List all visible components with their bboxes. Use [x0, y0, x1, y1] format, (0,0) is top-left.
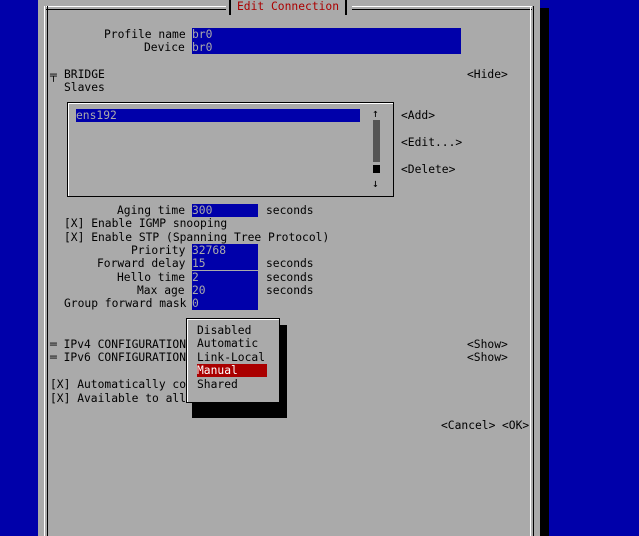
slaves-label: Slaves [64, 81, 105, 94]
device-label: Device [144, 41, 185, 54]
priority-input[interactable]: 32768 [192, 244, 258, 257]
frame-border [44, 6, 48, 536]
dropdown-option-disabled[interactable]: Disabled [197, 324, 267, 337]
aging-time-unit: seconds [266, 204, 314, 217]
scrollbar-thumb[interactable] [373, 165, 380, 173]
group-forward-mask-input[interactable]: 0 [192, 297, 258, 310]
stp-checkbox[interactable]: [X] Enable STP (Spanning Tree Protocol) [64, 231, 329, 244]
add-slave-button[interactable]: <Add> [401, 109, 435, 122]
hide-bridge-button[interactable]: <Hide> [467, 68, 508, 81]
frame-border [352, 6, 532, 10]
aging-time-input[interactable]: 300 [192, 204, 258, 217]
forward-delay-unit: seconds [266, 257, 314, 270]
bridge-section-label: BRIDGE [64, 68, 105, 81]
hello-time-unit: seconds [266, 271, 314, 284]
ipv4-show-button[interactable]: <Show> [467, 338, 508, 351]
hello-time-input[interactable]: 2 [192, 271, 258, 284]
max-age-label: Max age [137, 284, 185, 297]
hello-time-label: Hello time [117, 271, 186, 284]
aging-time-label: Aging time [117, 204, 186, 217]
ipv4-configuration-label: ═ IPv4 CONFIGURATION [50, 338, 187, 351]
dropdown-option-manual[interactable]: Manual [197, 364, 267, 377]
ipv6-configuration-label: ═ IPv6 CONFIGURATION [50, 351, 187, 364]
ok-button[interactable]: <OK> [502, 419, 529, 432]
dialog-title: Edit Connection [229, 0, 348, 15]
edit-slave-button[interactable]: <Edit...> [401, 136, 462, 149]
scroll-up-arrow-icon[interactable]: ↑ [372, 107, 379, 120]
dialog-shadow [540, 8, 549, 536]
profile-name-label: Profile name [104, 28, 186, 41]
scrollbar-track[interactable] [373, 120, 380, 162]
frame-border [46, 6, 226, 10]
forward-delay-label: Forward delay [97, 257, 186, 270]
max-age-input[interactable]: 20 [192, 284, 258, 297]
auto-connect-checkbox[interactable]: [X] Automatically co [50, 378, 186, 391]
profile-name-input[interactable]: br0 [192, 28, 461, 41]
dropdown-option-link-local[interactable]: Link-Local [197, 351, 267, 364]
slave-item-ens192[interactable]: ens192 [76, 109, 360, 122]
max-age-unit: seconds [266, 284, 314, 297]
forward-delay-input[interactable]: 15 [192, 257, 258, 270]
group-forward-mask-label: Group forward mask [64, 297, 187, 310]
bridge-section-marker: ╤ [50, 69, 57, 82]
dropdown-option-shared[interactable]: Shared [197, 378, 267, 391]
available-all-users-checkbox[interactable]: [X] Available to all [50, 392, 186, 405]
cancel-button[interactable]: <Cancel> [441, 419, 495, 432]
priority-label: Priority [131, 244, 186, 257]
delete-slave-button[interactable]: <Delete> [401, 163, 455, 176]
device-input[interactable]: br0 [192, 41, 461, 54]
scroll-down-arrow-icon[interactable]: ↓ [372, 177, 379, 190]
ipv6-show-button[interactable]: <Show> [467, 351, 508, 364]
frame-border [530, 6, 534, 536]
dropdown-option-automatic[interactable]: Automatic [197, 337, 267, 350]
igmp-snooping-checkbox[interactable]: [X] Enable IGMP snooping [64, 217, 227, 230]
